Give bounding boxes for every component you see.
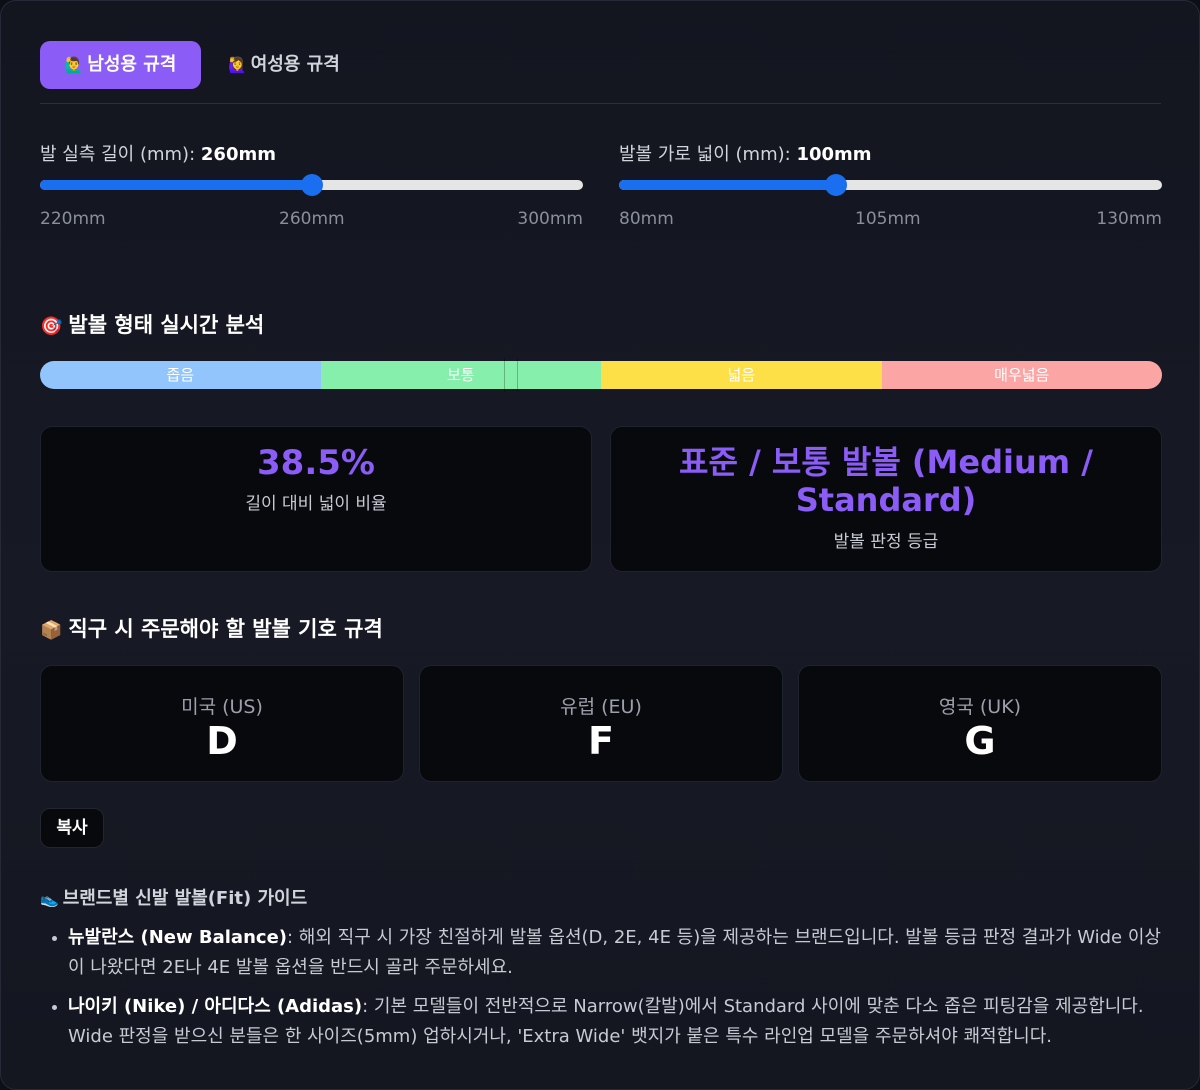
- band-position-marker: [504, 358, 518, 392]
- code-value-eu: F: [588, 719, 614, 763]
- brand-guide-list: 뉴발란스 (New Balance): 해외 직구 시 가장 친절하게 발볼 옵…: [40, 923, 1162, 1061]
- length-slider-track[interactable]: [40, 174, 583, 196]
- width-tick-min: 80mm: [619, 209, 674, 229]
- code-card-us: 미국 (US) D: [40, 665, 404, 782]
- brand-name: 뉴발란스 (New Balance): [68, 927, 288, 948]
- width-tick-mid: 105mm: [855, 209, 921, 229]
- gender-tabs: 🙋‍♂️ 남성용 규격 🙋‍♀️ 여성용 규격: [40, 41, 1161, 104]
- code-card-uk: 영국 (UK) G: [798, 665, 1162, 782]
- list-item: 나이키 (Nike) / 아디다스 (Adidas): 기본 모델들이 전반적으…: [40, 992, 1162, 1051]
- ratio-caption: 길이 대비 넓이 비율: [245, 494, 387, 514]
- band-normal: 보통: [320, 361, 601, 389]
- code-value-uk: G: [964, 719, 996, 763]
- tab-men[interactable]: 🙋‍♂️ 남성용 규격: [40, 41, 201, 89]
- band-wide: 넓음: [601, 361, 882, 389]
- grade-card: 표준 / 보통 발볼 (Medium / Standard) 발볼 판정 등급: [610, 426, 1162, 572]
- tab-men-label: 남성용 규격: [87, 54, 177, 75]
- woman-raising-hand-icon: 🙋‍♀️: [228, 56, 247, 74]
- brand-name: 나이키 (Nike) / 아디다스 (Adidas): [68, 996, 363, 1017]
- width-category-band: 좁음 보통 넓음 매우넓음: [40, 361, 1162, 389]
- length-slider-block: 발 실측 길이 (mm): 260mm 220mm 260mm 300mm: [40, 139, 583, 239]
- code-region-eu: 유럽 (EU): [560, 696, 642, 718]
- target-icon: 🎯: [40, 316, 63, 337]
- list-item: 뉴발란스 (New Balance): 해외 직구 시 가장 친절하게 발볼 옵…: [40, 923, 1162, 982]
- package-icon: 📦: [40, 620, 63, 641]
- width-label-text: 발볼 가로 넓이 (mm):: [619, 144, 791, 165]
- man-raising-hand-icon: 🙋‍♂️: [64, 56, 84, 74]
- guide-title: 👟 브랜드별 신발 발볼(Fit) 가이드: [40, 884, 307, 910]
- width-slider-fill: [619, 180, 837, 190]
- length-tick-min: 220mm: [40, 209, 106, 229]
- length-tick-max: 300mm: [517, 209, 583, 229]
- analysis-title-text: 발볼 형태 실시간 분석: [68, 313, 265, 337]
- copy-button[interactable]: 복사: [40, 808, 104, 848]
- guide-title-text: 브랜드별 신발 발볼(Fit) 가이드: [62, 888, 308, 909]
- tab-women[interactable]: 🙋‍♀️ 여성용 규격: [228, 41, 368, 89]
- width-tick-max: 130mm: [1096, 209, 1162, 229]
- width-value: 100mm: [796, 144, 872, 165]
- ratio-card: 38.5% 길이 대비 넓이 비율: [40, 426, 592, 572]
- length-value: 260mm: [200, 144, 276, 165]
- shoe-icon: 👟: [40, 890, 59, 908]
- code-region-us: 미국 (US): [181, 696, 263, 718]
- code-card-eu: 유럽 (EU) F: [419, 665, 783, 782]
- band-extra-wide: 매우넓음: [881, 361, 1162, 389]
- width-slider-thumb[interactable]: [825, 174, 848, 196]
- length-tick-mid: 260mm: [279, 209, 345, 229]
- width-label: 발볼 가로 넓이 (mm): 100mm: [619, 139, 1162, 171]
- length-slider-thumb[interactable]: [300, 174, 323, 196]
- order-title-text: 직구 시 주문해야 할 발볼 기호 규격: [68, 617, 383, 641]
- length-label-text: 발 실측 길이 (mm):: [40, 144, 196, 165]
- length-label: 발 실측 길이 (mm): 260mm: [40, 139, 583, 171]
- order-title: 📦 직구 시 주문해야 할 발볼 기호 규격: [40, 613, 383, 643]
- foot-width-panel: 🙋‍♂️ 남성용 규격 🙋‍♀️ 여성용 규격 발 실측 길이 (mm): 260m…: [0, 0, 1200, 1090]
- width-slider-track[interactable]: [619, 174, 1162, 196]
- width-slider-block: 발볼 가로 넓이 (mm): 100mm 80mm 105mm 130mm: [619, 139, 1162, 239]
- code-value-us: D: [206, 719, 238, 763]
- analysis-title: 🎯 발볼 형태 실시간 분석: [40, 309, 264, 339]
- length-slider-fill: [40, 180, 312, 190]
- code-region-uk: 영국 (UK): [938, 696, 1022, 718]
- band-narrow: 좁음: [40, 361, 321, 389]
- grade-value: 표준 / 보통 발볼 (Medium / Standard): [679, 443, 1093, 519]
- tab-women-label: 여성용 규격: [250, 54, 340, 75]
- ratio-value: 38.5%: [257, 443, 375, 483]
- grade-caption: 발볼 판정 등급: [833, 532, 939, 552]
